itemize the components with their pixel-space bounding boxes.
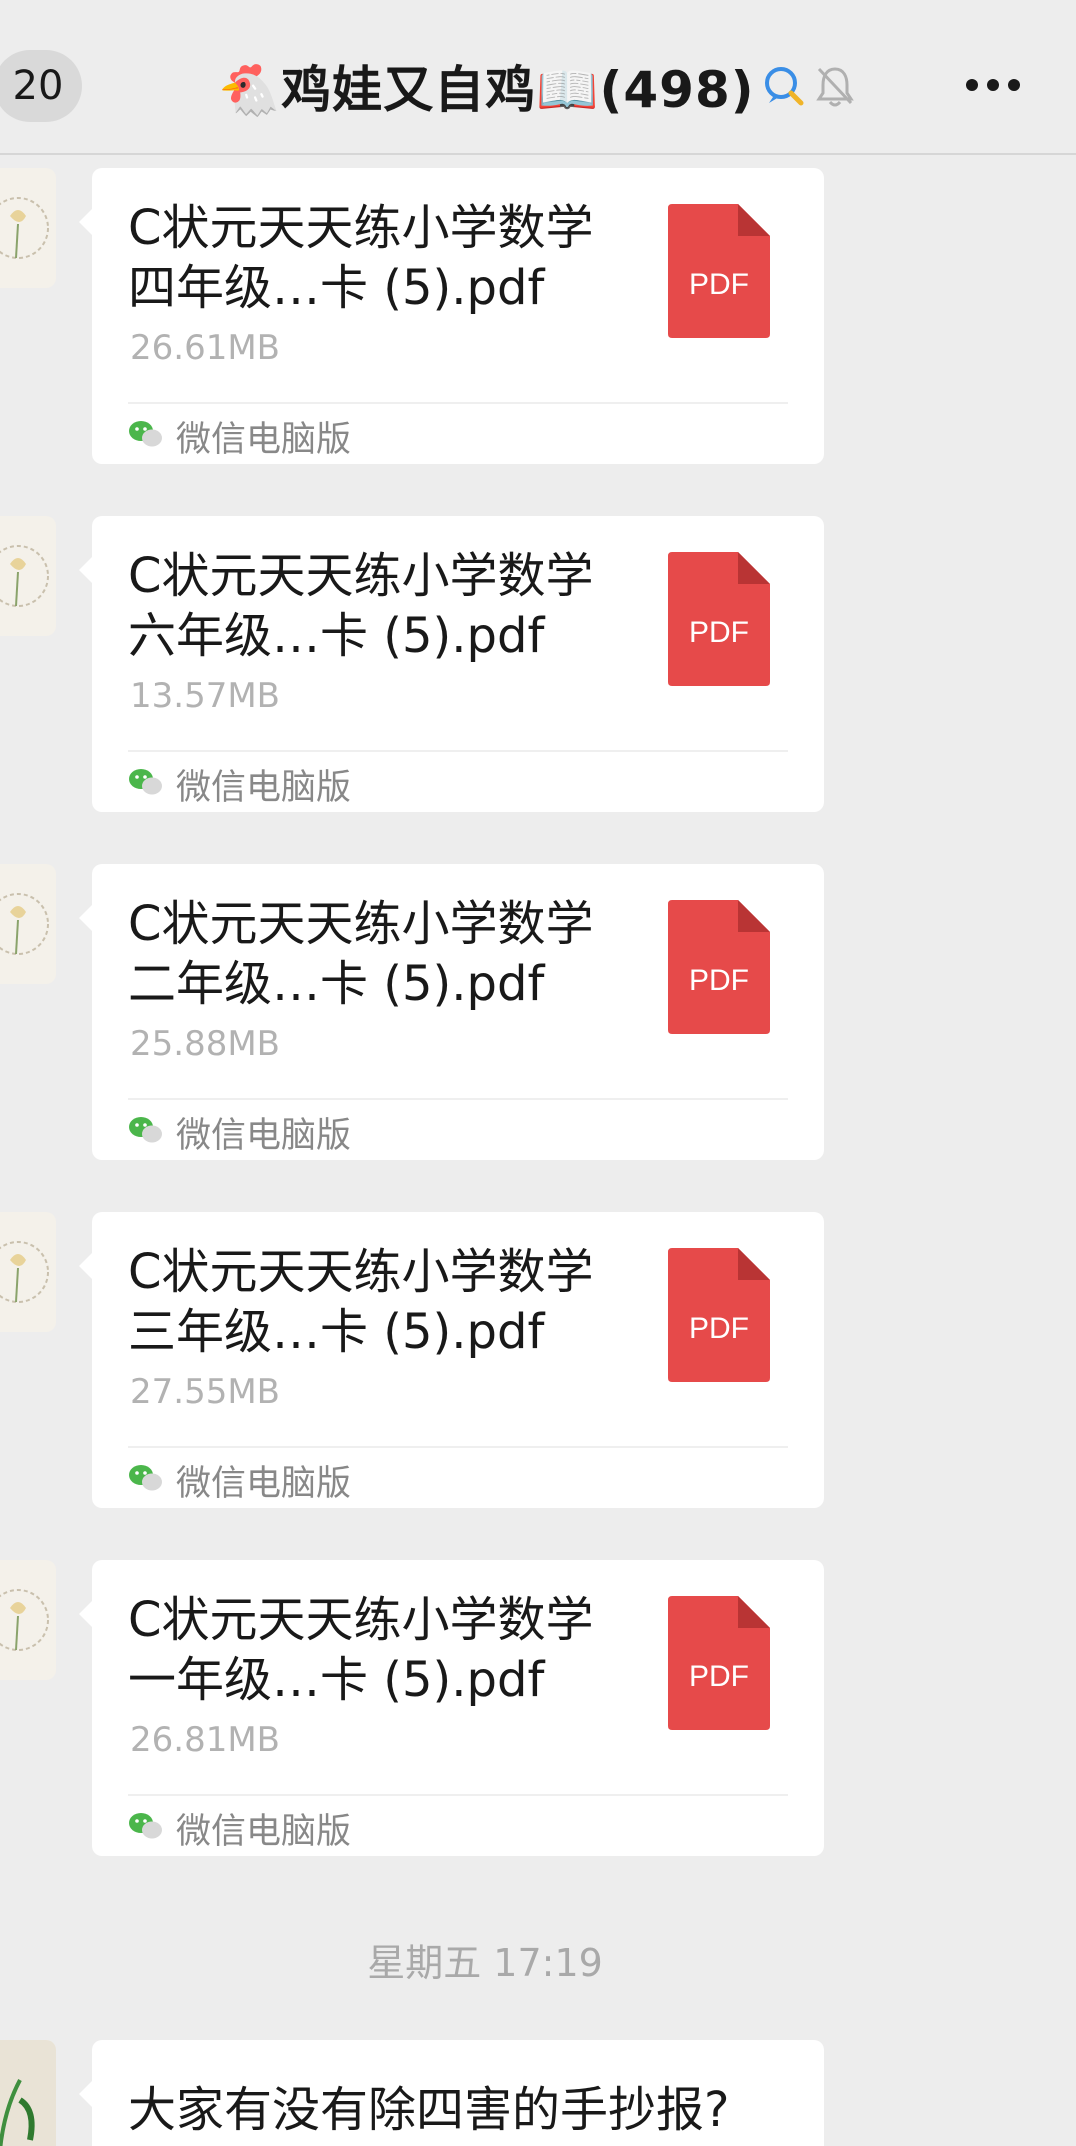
- back-unread-badge[interactable]: 20: [0, 50, 82, 122]
- avatar[interactable]: [0, 1212, 56, 1332]
- source-row: 微信电脑版: [128, 1108, 351, 1156]
- file-card[interactable]: C状元天天练小学数学四年级…卡 (5).pdf 26.61MB PDF 微信电脑…: [79, 168, 824, 464]
- source-label: 微信电脑版: [176, 419, 352, 460]
- wechat-logo-icon: [128, 418, 164, 454]
- source-label: 微信电脑版: [176, 1811, 352, 1852]
- more-dots-icon[interactable]: [960, 60, 1026, 110]
- file-name: C状元天天练小学数学四年级…卡 (5).pdf: [128, 200, 594, 316]
- file-name: C状元天天练小学数学二年级…卡 (5).pdf: [128, 896, 594, 1012]
- pdf-file-icon: PDF: [668, 204, 770, 338]
- source-row: 微信电脑版: [128, 412, 351, 460]
- avatar[interactable]: [0, 516, 56, 636]
- file-size: 25.88MB: [130, 1024, 280, 1064]
- card-divider: [128, 750, 788, 752]
- card-divider: [128, 1446, 788, 1448]
- svg-text:PDF: PDF: [689, 1660, 749, 1693]
- bell-muted-icon: [813, 63, 857, 109]
- avatar[interactable]: [0, 864, 56, 984]
- chat-header: 20 🐔鸡娃又自鸡📖(498): [0, 0, 1076, 155]
- source-row: 微信电脑版: [128, 760, 351, 808]
- avatar[interactable]: [0, 2040, 56, 2146]
- file-card[interactable]: C状元天天练小学数学二年级…卡 (5).pdf 25.88MB PDF 微信电脑…: [79, 864, 824, 1160]
- svg-text:PDF: PDF: [689, 1312, 749, 1345]
- file-card[interactable]: C状元天天练小学数学三年级…卡 (5).pdf 27.55MB PDF 微信电脑…: [79, 1212, 824, 1508]
- source-label: 微信电脑版: [176, 1463, 352, 1504]
- chat-search-icon: [761, 63, 807, 109]
- chat-title-group[interactable]: 🐔鸡娃又自鸡📖(498): [218, 54, 857, 119]
- pdf-file-icon: PDF: [668, 552, 770, 686]
- avatar[interactable]: [0, 1560, 56, 1680]
- source-row: 微信电脑版: [128, 1456, 351, 1504]
- text-message-bubble[interactable]: 大家有没有除四害的手抄报?: [79, 2040, 824, 2146]
- card-divider: [128, 402, 788, 404]
- svg-text:PDF: PDF: [689, 616, 749, 649]
- wechat-logo-icon: [128, 766, 164, 802]
- source-label: 微信电脑版: [176, 767, 352, 808]
- card-divider: [128, 1098, 788, 1100]
- svg-text:PDF: PDF: [689, 268, 749, 301]
- source-row: 微信电脑版: [128, 1804, 351, 1852]
- wechat-logo-icon: [128, 1114, 164, 1150]
- file-card[interactable]: C状元天天练小学数学一年级…卡 (5).pdf 26.81MB PDF 微信电脑…: [79, 1560, 824, 1856]
- avatar[interactable]: [0, 168, 56, 288]
- wechat-logo-icon: [128, 1462, 164, 1498]
- file-name: C状元天天练小学数学一年级…卡 (5).pdf: [128, 1592, 594, 1708]
- file-name: C状元天天练小学数学三年级…卡 (5).pdf: [128, 1244, 594, 1360]
- file-size: 27.55MB: [130, 1372, 280, 1412]
- file-size: 26.81MB: [130, 1720, 280, 1760]
- chat-title: 🐔鸡娃又自鸡📖(498): [218, 61, 755, 119]
- file-size: 26.61MB: [130, 328, 280, 368]
- card-divider: [128, 1794, 788, 1796]
- file-size: 13.57MB: [130, 676, 280, 716]
- pdf-file-icon: PDF: [668, 1248, 770, 1382]
- message-timestamp: 星期五 17:19: [367, 1941, 603, 1985]
- file-name: C状元天天练小学数学六年级…卡 (5).pdf: [128, 548, 594, 664]
- file-card[interactable]: C状元天天练小学数学六年级…卡 (5).pdf 13.57MB PDF 微信电脑…: [79, 516, 824, 812]
- svg-text:PDF: PDF: [689, 964, 749, 997]
- pdf-file-icon: PDF: [668, 1596, 770, 1730]
- wechat-logo-icon: [128, 1810, 164, 1846]
- pdf-file-icon: PDF: [668, 900, 770, 1034]
- source-label: 微信电脑版: [176, 1115, 352, 1156]
- chat-screen: 20 🐔鸡娃又自鸡📖(498) C状元天天练小学数学四年级…卡 (5).pdf …: [0, 0, 1076, 2146]
